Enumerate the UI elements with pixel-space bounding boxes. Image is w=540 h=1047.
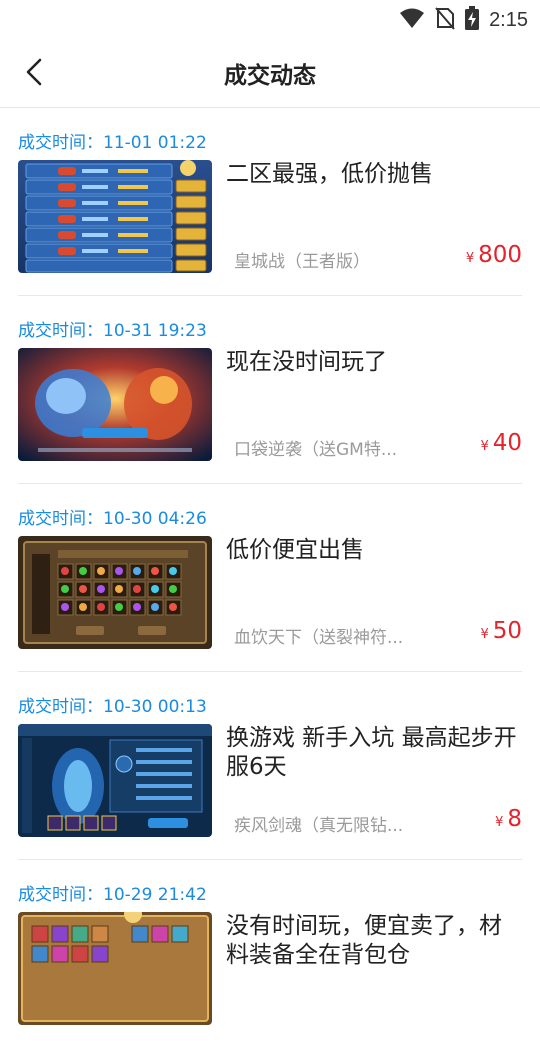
game-name: 口袋逆袭（送GM特... [234, 440, 398, 460]
status-bar: 2:15 [0, 0, 540, 36]
page-title: 成交动态 [224, 63, 316, 89]
wifi-icon [399, 7, 425, 33]
game-name: 皇城战（王者版） [234, 252, 370, 272]
game-thumbnail [18, 536, 212, 649]
price: ¥8 [495, 806, 522, 832]
transaction-time: 成交时间：10-29 21:42 [18, 885, 207, 905]
transaction-time: 成交时间：10-31 19:23 [18, 321, 207, 341]
game-thumbnail [18, 912, 212, 1025]
game-name: 疾风剑魂（真无限钻... [234, 816, 404, 836]
status-time: 2:15 [489, 8, 528, 31]
game-thumbnail [18, 348, 212, 461]
battery-charging-icon [465, 6, 480, 34]
navigation-bar: 成交动态 [0, 36, 540, 108]
game-name: 血饮天下（送裂神符... [234, 628, 404, 648]
transaction-list: 成交时间：11-01 01:22 二区最强，低价抛售 皇城战（王者版） ¥ 80… [18, 108, 522, 1047]
transaction-title: 低价便宜出售 [226, 537, 364, 563]
price: ¥50 [480, 618, 522, 644]
transaction-item[interactable]: 成交时间：10-30 04:26 低价便宜出售 血饮天下（送裂神符... ¥ 5… [18, 484, 522, 672]
transaction-title: 二区最强，低价抛售 [226, 161, 433, 187]
transaction-time: 成交时间：10-30 00:13 [18, 697, 207, 717]
transaction-time: 成交时间：11-01 01:22 [18, 133, 207, 153]
price: ¥800 [465, 242, 522, 268]
transaction-time: 成交时间：10-30 04:26 [18, 509, 207, 529]
transaction-item[interactable]: 成交时间：10-31 19:23 现在没时间玩了 口袋逆袭（送GM特... ¥4… [18, 296, 522, 484]
transaction-item[interactable]: 成交时间：10-29 21:42 没有时间玩，便宜卖了，材料装备全在背包仓 [18, 860, 522, 1047]
transaction-title: 现在没时间玩了 [226, 349, 387, 375]
game-thumbnail [18, 724, 212, 837]
transaction-item[interactable]: 成交时间：10-30 00:13 换游戏 新手入坑 最高起步开服6天 疾风剑魂（… [18, 672, 522, 860]
transaction-title: 没有时间玩，便宜卖了，材料装备全在背包仓 [226, 913, 502, 968]
no-sim-icon [435, 6, 455, 34]
game-thumbnail [18, 160, 212, 273]
transaction-title: 换游戏 新手入坑 最高起步开服6天 [226, 725, 517, 780]
transaction-item[interactable]: 成交时间：11-01 01:22 二区最强，低价抛售 皇城战（王者版） ¥ 80… [18, 108, 522, 296]
price: ¥40 [480, 430, 522, 456]
